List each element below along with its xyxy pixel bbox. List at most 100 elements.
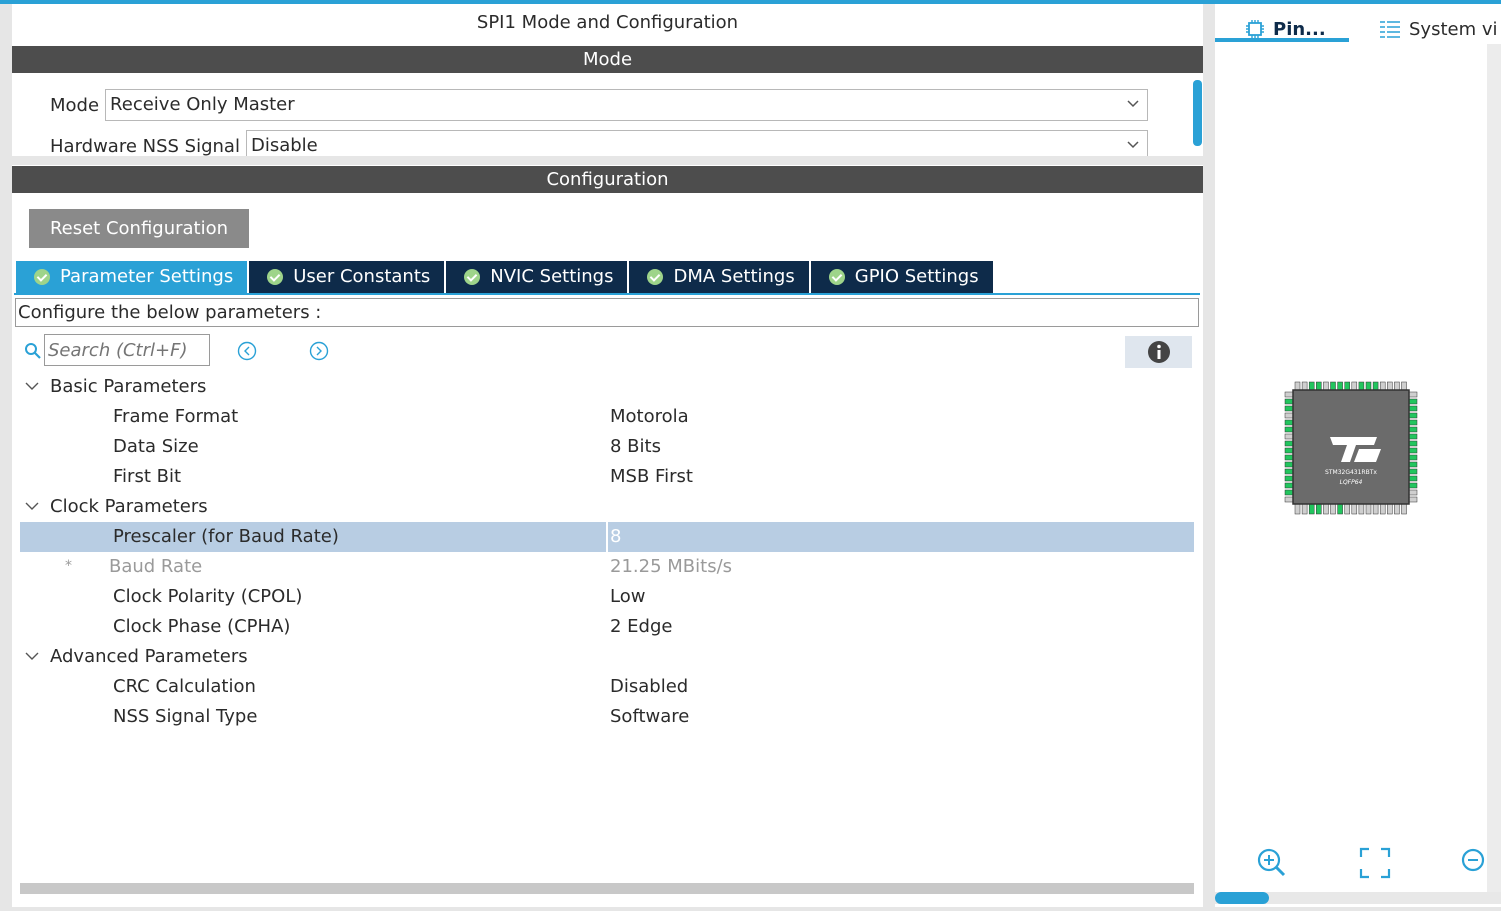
mcu-pin[interactable]: [1284, 440, 1294, 447]
mcu-pin[interactable]: [1308, 503, 1315, 515]
param-value[interactable]: 8 Bits: [610, 436, 661, 457]
mcu-pin[interactable]: [1408, 489, 1418, 496]
param-value[interactable]: 2 Edge: [610, 616, 672, 637]
mcu-pin[interactable]: [1408, 426, 1418, 433]
next-result-icon[interactable]: [308, 340, 330, 362]
mcu-pin[interactable]: [1408, 412, 1418, 419]
param-row-frame-format[interactable]: Frame Format Motorola: [20, 402, 1194, 432]
mcu-pin[interactable]: [1394, 503, 1400, 515]
mcu-pin[interactable]: [1387, 503, 1393, 515]
param-row-clock-phase[interactable]: Clock Phase (CPHA) 2 Edge: [20, 612, 1194, 642]
mcu-pin[interactable]: [1408, 398, 1418, 405]
param-row-data-size[interactable]: Data Size 8 Bits: [20, 432, 1194, 462]
param-row-nss-signal-type[interactable]: NSS Signal Type Software: [20, 702, 1194, 732]
search-input[interactable]: [44, 334, 210, 366]
param-value[interactable]: 8: [610, 526, 621, 547]
mcu-pin[interactable]: [1294, 381, 1301, 391]
param-row-clock-polarity[interactable]: Clock Polarity (CPOL) Low: [20, 582, 1194, 612]
mcu-pin[interactable]: [1323, 381, 1329, 391]
mcu-pin[interactable]: [1284, 419, 1294, 426]
tab-parameter-settings[interactable]: Parameter Settings: [16, 261, 250, 293]
mcu-pin[interactable]: [1284, 426, 1294, 433]
tab-gpio-settings[interactable]: GPIO Settings: [810, 261, 995, 293]
mcu-pin[interactable]: [1284, 475, 1294, 482]
mcu-pin[interactable]: [1408, 433, 1418, 440]
mcu-pin[interactable]: [1344, 503, 1350, 515]
mcu-pin[interactable]: [1408, 468, 1418, 475]
param-value[interactable]: Motorola: [610, 406, 689, 427]
mcu-pin[interactable]: [1408, 419, 1418, 426]
zoom-in-icon[interactable]: [1255, 846, 1287, 878]
mcu-pin[interactable]: [1330, 503, 1336, 515]
reset-configuration-button[interactable]: Reset Configuration: [29, 209, 249, 248]
mcu-pin[interactable]: [1351, 381, 1358, 391]
mcu-pin[interactable]: [1284, 405, 1294, 412]
nss-select[interactable]: Disable: [245, 130, 1148, 156]
mcu-pin[interactable]: [1284, 398, 1294, 405]
vertical-scroll-track[interactable]: [1487, 44, 1501, 892]
param-value[interactable]: Low: [610, 586, 645, 607]
mcu-pin[interactable]: [1408, 447, 1418, 454]
mcu-pin[interactable]: [1394, 381, 1400, 391]
mcu-pin[interactable]: [1408, 496, 1418, 503]
mcu-pin[interactable]: [1408, 454, 1418, 461]
param-value[interactable]: Disabled: [610, 676, 688, 697]
mode-scrollbar[interactable]: [1193, 80, 1202, 146]
mcu-pin[interactable]: [1358, 381, 1365, 391]
mcu-pin[interactable]: [1301, 503, 1308, 515]
mcu-pin[interactable]: [1284, 482, 1294, 489]
tab-system-view[interactable]: System vi: [1379, 14, 1498, 44]
mcu-pin[interactable]: [1308, 381, 1315, 391]
mcu-pin[interactable]: [1344, 381, 1350, 391]
horizontal-scroll-thumb[interactable]: [1215, 892, 1269, 904]
mcu-pin[interactable]: [1372, 381, 1379, 391]
group-clock-parameters[interactable]: Clock Parameters: [20, 492, 1194, 522]
mcu-pin[interactable]: [1365, 503, 1372, 515]
tab-dma-settings[interactable]: DMA Settings: [629, 261, 811, 293]
mcu-pinout-diagram[interactable]: STM32G431RBTx LQFP64: [1255, 342, 1455, 542]
mcu-pin[interactable]: [1408, 391, 1418, 398]
mcu-pin[interactable]: [1316, 381, 1322, 391]
mode-select[interactable]: Receive Only Master: [105, 89, 1149, 121]
mcu-pin[interactable]: [1323, 503, 1329, 515]
mcu-pin[interactable]: [1408, 482, 1418, 489]
group-advanced-parameters[interactable]: Advanced Parameters: [20, 642, 1194, 672]
mcu-pin[interactable]: [1387, 381, 1393, 391]
mcu-pin[interactable]: [1365, 381, 1372, 391]
param-row-first-bit[interactable]: First Bit MSB First: [20, 462, 1194, 492]
mcu-pin[interactable]: [1408, 461, 1418, 468]
zoom-out-icon[interactable]: [1459, 846, 1491, 878]
mcu-pin[interactable]: [1401, 381, 1407, 391]
mcu-pin[interactable]: [1284, 391, 1294, 398]
mcu-pin[interactable]: [1358, 503, 1365, 515]
mcu-pin[interactable]: [1284, 496, 1294, 503]
mcu-pin[interactable]: [1316, 503, 1322, 515]
mcu-pin[interactable]: [1284, 468, 1294, 475]
mcu-pin[interactable]: [1408, 405, 1418, 412]
info-button[interactable]: [1125, 336, 1192, 368]
horizontal-scrollbar[interactable]: [20, 883, 1194, 894]
mcu-pin[interactable]: [1379, 503, 1386, 515]
tab-nvic-settings[interactable]: NVIC Settings: [446, 261, 630, 293]
mcu-pin[interactable]: [1284, 454, 1294, 461]
param-value[interactable]: Software: [610, 706, 689, 727]
param-value[interactable]: MSB First: [610, 466, 693, 487]
tab-user-constants[interactable]: User Constants: [249, 261, 447, 293]
mcu-pin[interactable]: [1294, 503, 1301, 515]
mcu-pin[interactable]: [1284, 461, 1294, 468]
mcu-pin[interactable]: [1337, 381, 1343, 391]
mcu-pin[interactable]: [1284, 412, 1294, 419]
fit-to-screen-icon[interactable]: [1359, 847, 1391, 879]
mcu-pin[interactable]: [1408, 475, 1418, 482]
mcu-pin[interactable]: [1284, 489, 1294, 496]
previous-result-icon[interactable]: [236, 340, 258, 362]
group-basic-parameters[interactable]: Basic Parameters: [20, 372, 1194, 402]
mcu-pin[interactable]: [1408, 440, 1418, 447]
mcu-pin[interactable]: [1379, 381, 1386, 391]
mcu-pin[interactable]: [1351, 503, 1358, 515]
param-row-prescaler[interactable]: Prescaler (for Baud Rate) 8: [20, 522, 1194, 552]
mcu-pin[interactable]: [1284, 447, 1294, 454]
mcu-pin[interactable]: [1301, 381, 1308, 391]
mcu-pin[interactable]: [1401, 503, 1407, 515]
mcu-pin[interactable]: [1330, 381, 1336, 391]
